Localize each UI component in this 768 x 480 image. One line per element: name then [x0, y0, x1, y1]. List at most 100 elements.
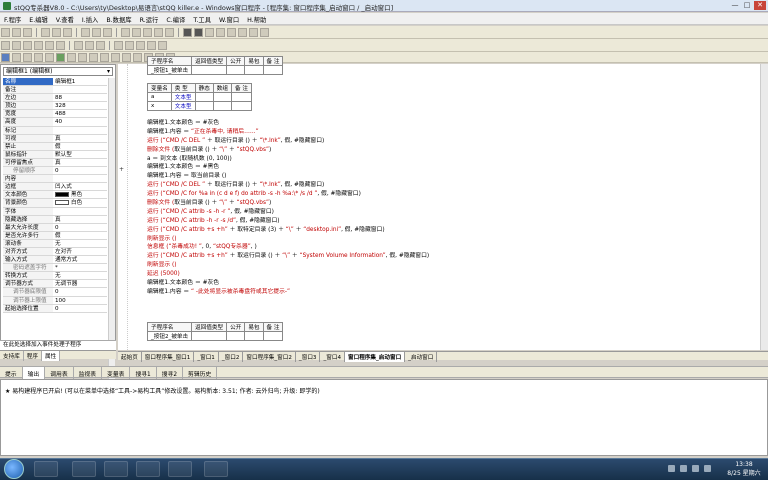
property-value[interactable]: 左对齐	[53, 248, 72, 255]
code-line[interactable]: 编辑框1.内容 ＝ 取当前目录 ()	[147, 172, 429, 181]
doc-tab[interactable]: _窗口4	[320, 352, 346, 362]
menu-compile[interactable]: C.编译	[162, 13, 189, 26]
property-value[interactable]: 无	[53, 272, 61, 279]
network-icon[interactable]	[692, 465, 699, 472]
property-row[interactable]: 内容	[3, 175, 107, 184]
window3-icon[interactable]	[143, 28, 152, 37]
run-icon[interactable]	[183, 28, 192, 37]
menu-edit[interactable]: E.编辑	[25, 13, 52, 26]
center-v-icon[interactable]	[147, 41, 156, 50]
property-row[interactable]: 字体	[3, 207, 107, 216]
code-line[interactable]: 运行 (“CMD /C attrib -h -r -s /d”, 假, #隐藏窗…	[147, 217, 429, 226]
property-row[interactable]: 可停留焦点真	[3, 158, 107, 168]
property-row[interactable]: 调节器方式 无调节器	[3, 280, 107, 289]
property-value[interactable]: 默认型	[53, 151, 72, 158]
property-row[interactable]: 顶边 328	[3, 102, 107, 111]
property-row[interactable]: 转换方式无	[3, 272, 107, 281]
align-left-icon[interactable]	[1, 41, 10, 50]
clock[interactable]: 13:38 8/25 星期六	[722, 460, 766, 478]
sub-row[interactable]: _按钮1_被单击	[146, 65, 284, 75]
same-width-icon[interactable]	[74, 41, 83, 50]
property-row[interactable]: 宽度 488	[3, 110, 107, 119]
code-line[interactable]: 编辑框1.文本颜色 ＝ #灰色	[147, 279, 429, 288]
property-value[interactable]: 0	[53, 224, 59, 231]
tab-control-icon[interactable]	[122, 53, 131, 62]
property-value[interactable]: *	[53, 264, 58, 271]
code-line[interactable]: 运行 (“CMD /C attrib +s +h” ＋ 取特定目录 (3) ＋ …	[147, 226, 429, 235]
code-line[interactable]: a ＝ 到文本 (取随机数 (0, 100))	[147, 155, 429, 164]
property-value[interactable]: 白色	[53, 199, 82, 206]
doc-tab[interactable]: 窗口程序集_窗口2	[243, 352, 296, 362]
property-value[interactable]: 100	[53, 297, 66, 304]
property-value[interactable]: 凹入式	[53, 183, 72, 190]
hand-icon[interactable]	[260, 28, 269, 37]
sub-name[interactable]: _按钮1_被单击	[146, 65, 193, 75]
property-row[interactable]: 是否允许多行假	[3, 231, 107, 240]
code-line[interactable]: 编辑框1.内容 ＝ “ -此处将显示被杀毒盘符或其它提示-”	[147, 288, 429, 297]
start-button[interactable]	[4, 459, 24, 479]
property-row[interactable]: 备注	[3, 86, 107, 95]
doc-tab[interactable]: _窗口1	[194, 352, 219, 362]
redo-icon[interactable]	[92, 28, 101, 37]
same-height-icon[interactable]	[85, 41, 94, 50]
property-row[interactable]: 隐藏选择真	[3, 215, 107, 224]
code-lines[interactable]: 编辑框1.文本颜色 ＝ #灰色 编辑框1.内容 ＝ “正在杀毒中, 请稍后……” 运…	[147, 119, 429, 297]
code-line[interactable]: 编辑框1.文本颜色 ＝ #黑色	[147, 163, 429, 172]
property-row[interactable]: 左边 88	[3, 94, 107, 103]
expand-icon[interactable]: +	[119, 166, 124, 173]
window4-icon[interactable]	[154, 28, 163, 37]
picture-icon[interactable]	[34, 53, 43, 62]
step-out-icon[interactable]	[227, 28, 236, 37]
app2-icon[interactable]	[136, 461, 160, 477]
menu-window[interactable]: W.窗口	[215, 13, 243, 26]
property-row[interactable]: 对齐方式 左对齐	[3, 247, 107, 257]
code-line[interactable]: 刷新显示 ()	[147, 235, 429, 244]
menu-database[interactable]: B.数据库	[102, 13, 135, 26]
run-to-cursor-icon[interactable]	[238, 28, 247, 37]
event-selector[interactable]: 在此处选择加入事件处理子程序	[0, 340, 116, 350]
variable-type[interactable]: 文本型	[170, 92, 196, 102]
code-line[interactable]: 刷新显示 ()	[147, 261, 429, 270]
lock-icon[interactable]	[158, 41, 167, 50]
property-row[interactable]: 边框 凹入式	[3, 183, 107, 192]
property-value[interactable]: 无	[53, 240, 61, 247]
code-line[interactable]: 删除文件 (取当前目录 () ＋ “\” ＋ “stQQ.vbs”)	[147, 199, 429, 208]
app1-icon[interactable]	[104, 461, 128, 477]
doc-tab[interactable]: _窗口3	[296, 352, 321, 362]
doc-tab[interactable]: 起始页	[118, 352, 142, 362]
variable-name[interactable]: a	[147, 92, 172, 102]
code-editor[interactable]: 子程序名 返回值类型 公开 易包备 注 _按钮1_被单击 变量名类 型静态 数组备 注a文…	[118, 56, 768, 350]
checkbox-icon[interactable]	[67, 53, 76, 62]
property-row[interactable]: 调节器上限值 100	[3, 296, 107, 305]
listbox-icon[interactable]	[100, 53, 109, 62]
code-line[interactable]: 运行 (“CMD /C attrib +s +h” ＋ 取运行目录 () ＋ “…	[147, 252, 429, 261]
property-value[interactable]: 通常方式	[53, 256, 77, 263]
find-icon[interactable]	[103, 28, 112, 37]
shape-icon[interactable]	[45, 53, 54, 62]
menu-program[interactable]: F.程序	[0, 13, 25, 26]
stop-icon[interactable]	[194, 28, 203, 37]
property-row[interactable]: 滚动条无	[3, 239, 107, 248]
align-center-icon[interactable]	[12, 41, 21, 50]
property-value[interactable]: 40	[53, 118, 62, 125]
code-line[interactable]: 删除文件 (取当前目录 () ＋ “\” ＋ “stQQ.vbs”)	[147, 146, 429, 155]
property-value[interactable]: 0	[53, 305, 59, 312]
volume-icon[interactable]	[704, 465, 711, 472]
app3-icon[interactable]	[204, 461, 228, 477]
copy-icon[interactable]	[52, 28, 61, 37]
property-row[interactable]: 密码遮盖字符 *	[3, 264, 107, 273]
scrollbar-icon[interactable]	[133, 53, 142, 62]
property-value[interactable]: 0	[53, 167, 59, 174]
property-value[interactable]: 编辑框1	[53, 78, 75, 85]
menu-view[interactable]: V.查看	[52, 13, 78, 26]
tab-program[interactable]: 程序	[24, 351, 42, 361]
property-row[interactable]: 输入方式 通常方式	[3, 256, 107, 265]
property-value[interactable]: 无调节器	[53, 280, 77, 287]
property-row[interactable]: 名称 编辑框1	[3, 78, 107, 87]
same-size-icon[interactable]	[96, 41, 105, 50]
menu-tools[interactable]: T.工具	[189, 13, 215, 26]
maximize-button[interactable]: □	[742, 1, 752, 10]
hspace-icon[interactable]	[114, 41, 123, 50]
minimize-button[interactable]: —	[730, 1, 740, 10]
variable-type[interactable]: 文本型	[170, 101, 196, 111]
